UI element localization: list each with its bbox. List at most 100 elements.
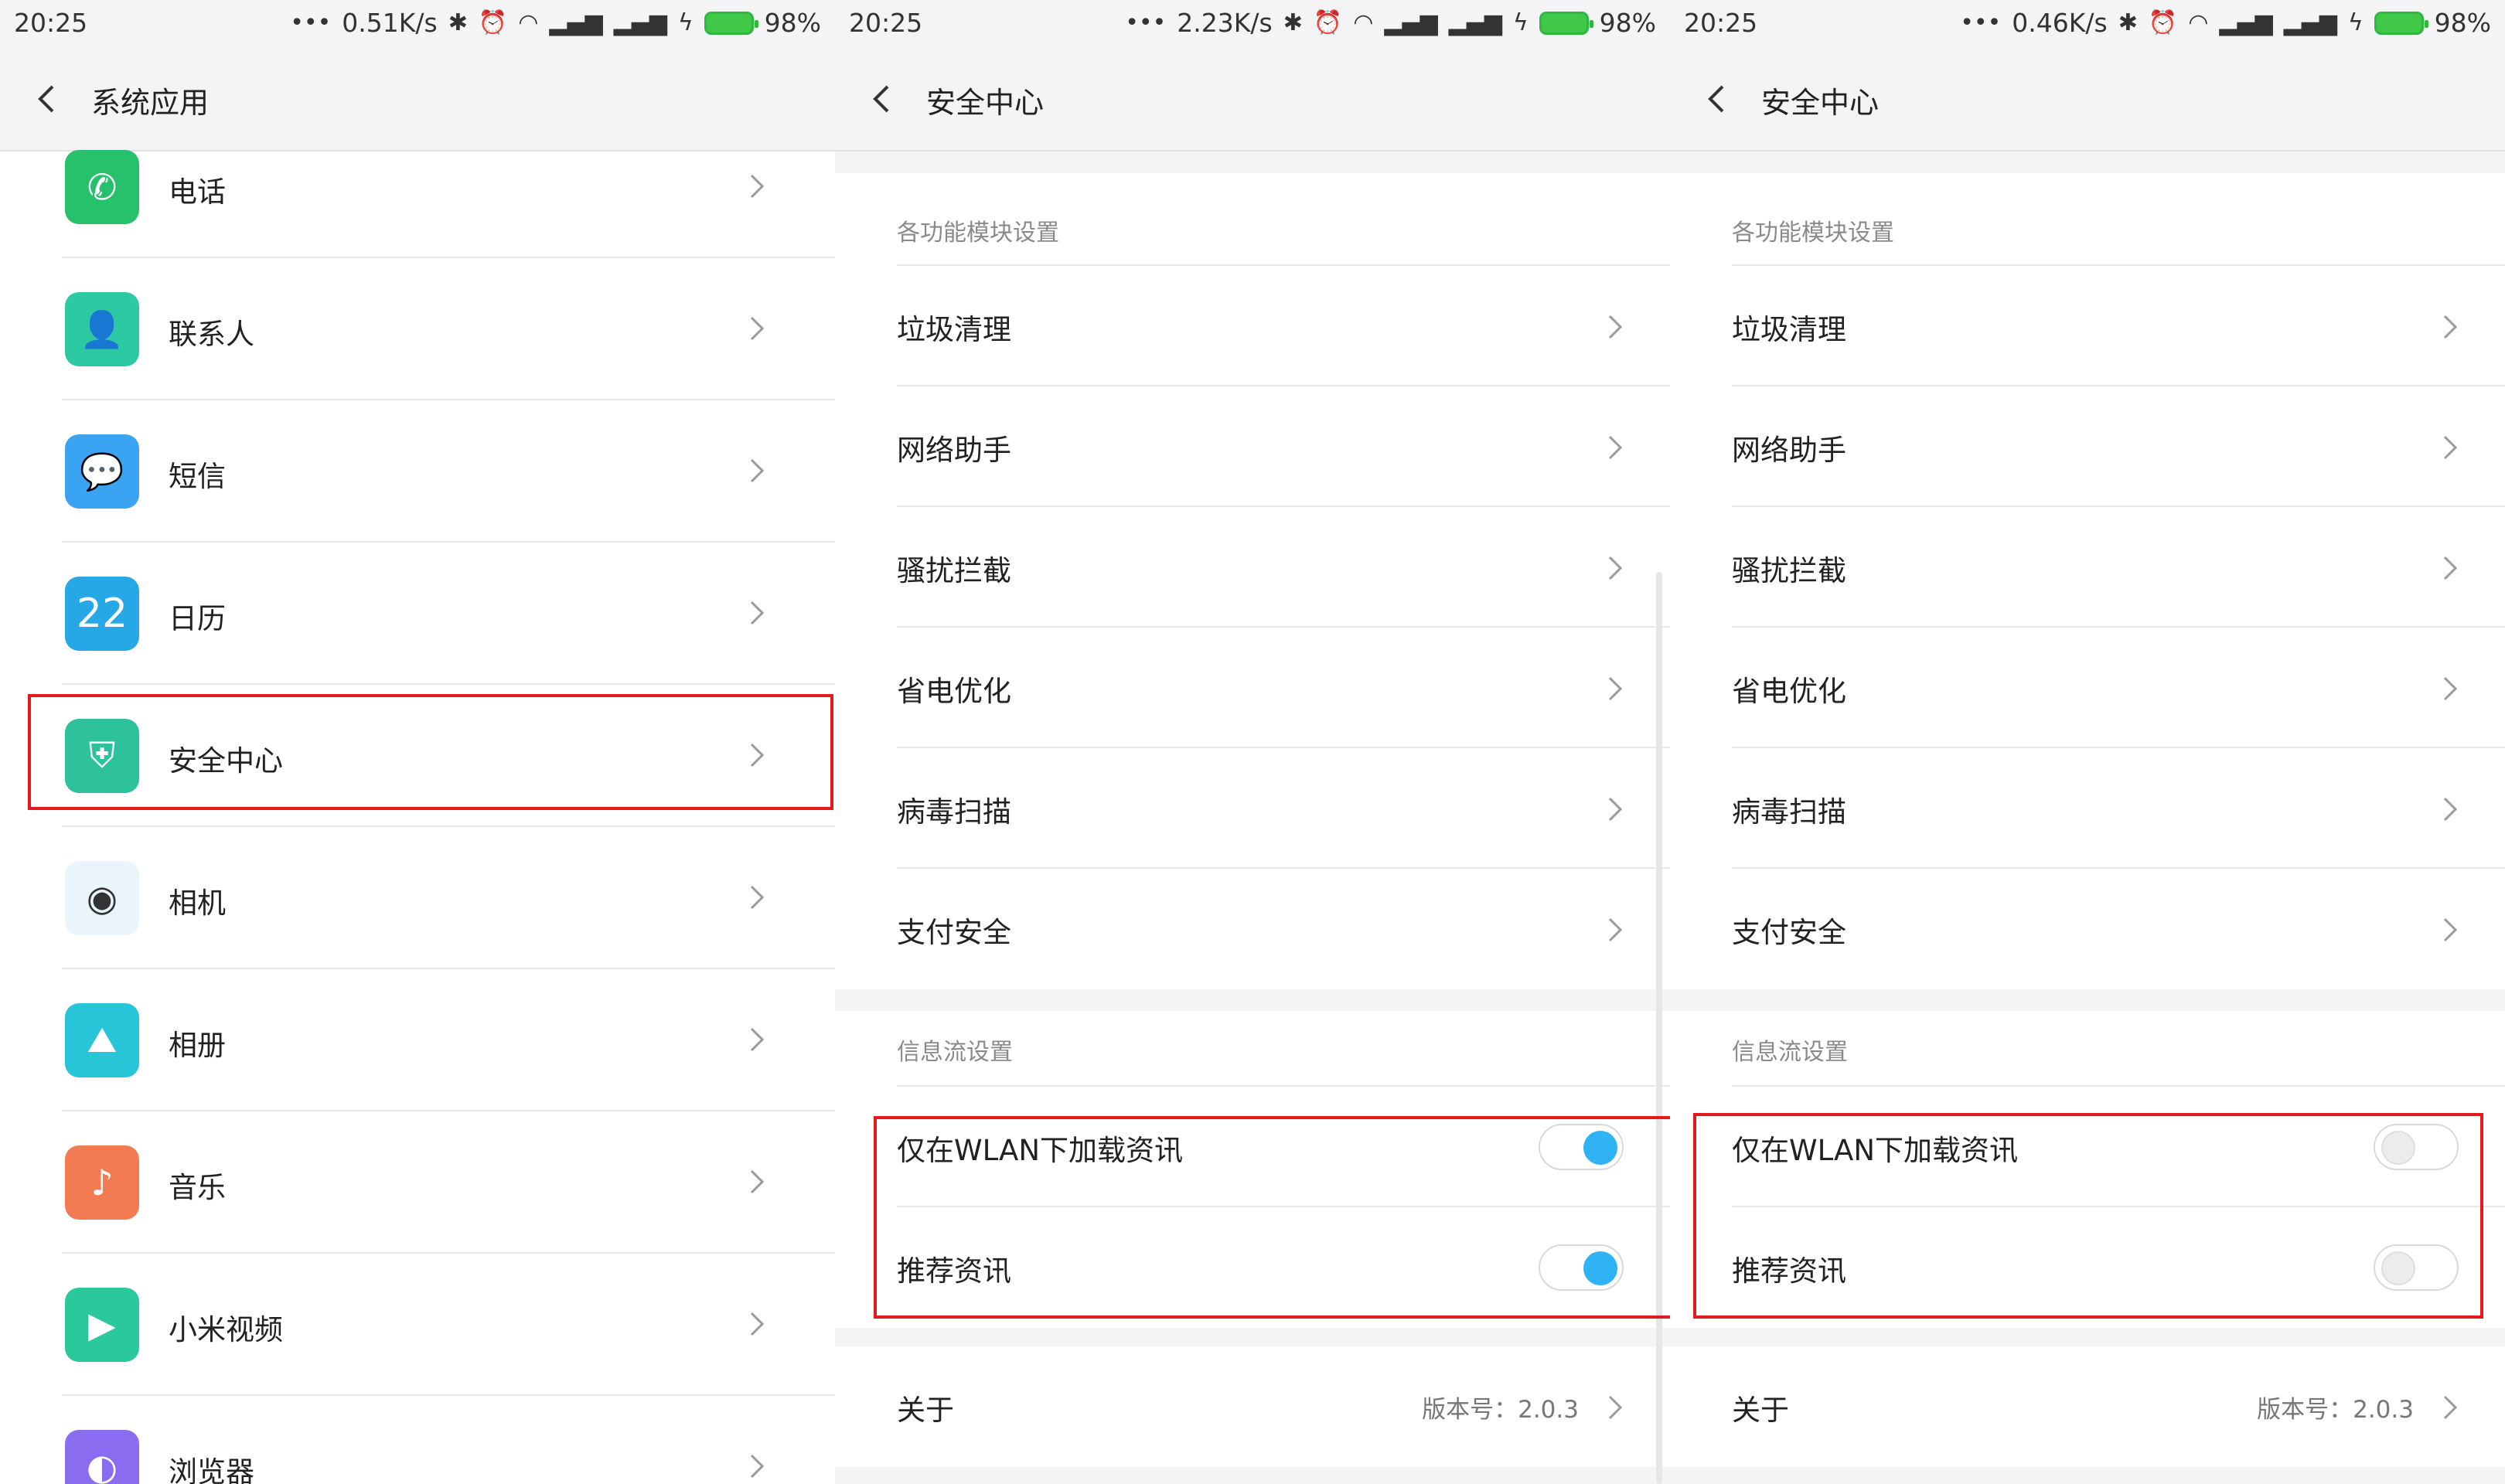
module-item[interactable]: 网络助手 [835, 386, 1670, 507]
module-item[interactable]: 病毒扫描 [1670, 748, 2505, 869]
page-title: 安全中心 [926, 86, 1045, 120]
app-row[interactable]: 22 日历 [0, 543, 835, 685]
scroll-indicator[interactable] [1656, 572, 1662, 1484]
app-label: 联系人 [169, 318, 254, 351]
charging-icon: ϟ [677, 9, 694, 36]
battery-icon [2374, 11, 2428, 35]
status-time: 20:25 [14, 8, 88, 38]
app-label: 日历 [169, 602, 226, 635]
module-item[interactable]: 省电优化 [1670, 628, 2505, 748]
section-gap [835, 151, 1670, 173]
chevron-right-icon [2443, 435, 2458, 460]
more-dots-icon: ••• [1125, 9, 1167, 36]
chevron-right-icon [750, 601, 765, 625]
wifi-icon: ◠ [518, 9, 539, 36]
app-row[interactable]: ◐ 浏览器 [0, 1396, 835, 1484]
module-item[interactable]: 垃圾清理 [835, 266, 1670, 386]
video-icon: ▶ [65, 1288, 139, 1362]
network-speed: 0.51K/s [342, 8, 438, 38]
chevron-right-icon [2443, 917, 2458, 942]
signal-icon: ▂▄▆ [1384, 9, 1438, 36]
module-label: 病毒扫描 [1732, 795, 1846, 829]
chevron-right-icon [1608, 676, 1623, 701]
highlight-box-feed-settings [1693, 1113, 2483, 1319]
section-header: 各功能模块设置 [1732, 220, 1894, 247]
module-label: 垃圾清理 [1732, 313, 1846, 346]
app-label: 相册 [169, 1029, 226, 1062]
more-dots-icon: ••• [290, 9, 332, 36]
module-item[interactable]: 病毒扫描 [835, 748, 1670, 869]
app-row[interactable]: ▶ 小米视频 [0, 1254, 835, 1396]
battery-icon [1539, 11, 1593, 35]
chevron-right-icon [750, 1169, 765, 1194]
about-row[interactable]: 关于 版本号：2.0.3 [835, 1346, 1670, 1467]
contacts-icon: 👤 [65, 292, 139, 366]
signal-2-icon: ▂▄▆ [613, 9, 667, 36]
about-label: 关于 [1732, 1394, 1789, 1427]
app-row[interactable]: ✆ 电话 [0, 116, 835, 258]
chevron-right-icon [1608, 556, 1623, 580]
chevron-right-icon [750, 1027, 765, 1052]
highlight-box-security-center [28, 694, 833, 810]
chevron-right-icon [1608, 435, 1623, 460]
signal-icon: ▂▄▆ [549, 9, 603, 36]
app-label: 相机 [169, 887, 226, 920]
bluetooth-icon: ✱ [1283, 9, 1303, 36]
section-gap [835, 1467, 1670, 1484]
chevron-right-icon [1608, 1395, 1623, 1420]
module-label: 病毒扫描 [897, 795, 1011, 829]
signal-2-icon: ▂▄▆ [1448, 9, 1502, 36]
back-arrow-icon[interactable] [866, 82, 900, 116]
network-speed: 2.23K/s [1177, 8, 1273, 38]
chevron-right-icon [750, 174, 765, 199]
back-arrow-icon[interactable] [31, 82, 65, 116]
module-label: 骚扰拦截 [1732, 554, 1846, 587]
chevron-right-icon [2443, 676, 2458, 701]
alarm-icon: ⏰ [1313, 9, 1343, 36]
chevron-right-icon [2443, 556, 2458, 580]
version-text: 版本号：2.0.3 [2257, 1396, 2414, 1424]
module-item[interactable]: 支付安全 [1670, 869, 2505, 989]
highlight-box-feed-settings [874, 1116, 1670, 1319]
chevron-right-icon [750, 1454, 765, 1479]
module-item[interactable]: 省电优化 [835, 628, 1670, 748]
app-label: 小米视频 [169, 1313, 283, 1346]
status-time: 20:25 [1684, 8, 1758, 38]
module-label: 垃圾清理 [897, 313, 1011, 346]
module-label: 支付安全 [1732, 916, 1846, 949]
chevron-right-icon [1608, 917, 1623, 942]
app-row[interactable]: 👤 联系人 [0, 258, 835, 400]
section-gap [835, 989, 1670, 1011]
charging-icon: ϟ [1512, 9, 1529, 36]
chevron-right-icon [750, 458, 765, 483]
module-item[interactable]: 支付安全 [835, 869, 1670, 989]
module-item[interactable]: 骚扰拦截 [1670, 507, 2505, 628]
section-gap [1670, 151, 2505, 173]
wifi-icon: ◠ [2188, 9, 2209, 36]
more-dots-icon: ••• [1960, 9, 2002, 36]
app-row[interactable]: 💬 短信 [0, 400, 835, 543]
module-label: 支付安全 [897, 916, 1011, 949]
module-label: 网络助手 [897, 434, 1011, 467]
status-bar: 20:25 ••• 0.51K/s ✱ ⏰ ◠ ▂▄▆ ▂▄▆ ϟ 98% [0, 0, 835, 48]
section-gap [1670, 1328, 2505, 1346]
module-item[interactable]: 垃圾清理 [1670, 266, 2505, 386]
back-arrow-icon[interactable] [1701, 82, 1735, 116]
page-title: 安全中心 [1761, 86, 1880, 120]
chevron-right-icon [750, 885, 765, 910]
title-bar: 安全中心 [835, 48, 1670, 151]
app-label: 短信 [169, 460, 226, 493]
app-row[interactable]: ⛰ 相册 [0, 969, 835, 1111]
section-gap [1670, 989, 2505, 1011]
app-row[interactable]: ♪ 音乐 [0, 1111, 835, 1254]
music-icon: ♪ [65, 1145, 139, 1220]
wifi-icon: ◠ [1353, 9, 1374, 36]
status-bar: 20:25 ••• 2.23K/s ✱ ⏰ ◠ ▂▄▆ ▂▄▆ ϟ 98% [835, 0, 1670, 48]
section-gap [835, 1328, 1670, 1346]
title-bar: 安全中心 [1670, 48, 2505, 151]
module-item[interactable]: 网络助手 [1670, 386, 2505, 507]
app-row[interactable]: ◉ 相机 [0, 827, 835, 969]
battery-percent: 98% [764, 8, 821, 38]
about-row[interactable]: 关于 版本号：2.0.3 [1670, 1346, 2505, 1467]
module-item[interactable]: 骚扰拦截 [835, 507, 1670, 628]
